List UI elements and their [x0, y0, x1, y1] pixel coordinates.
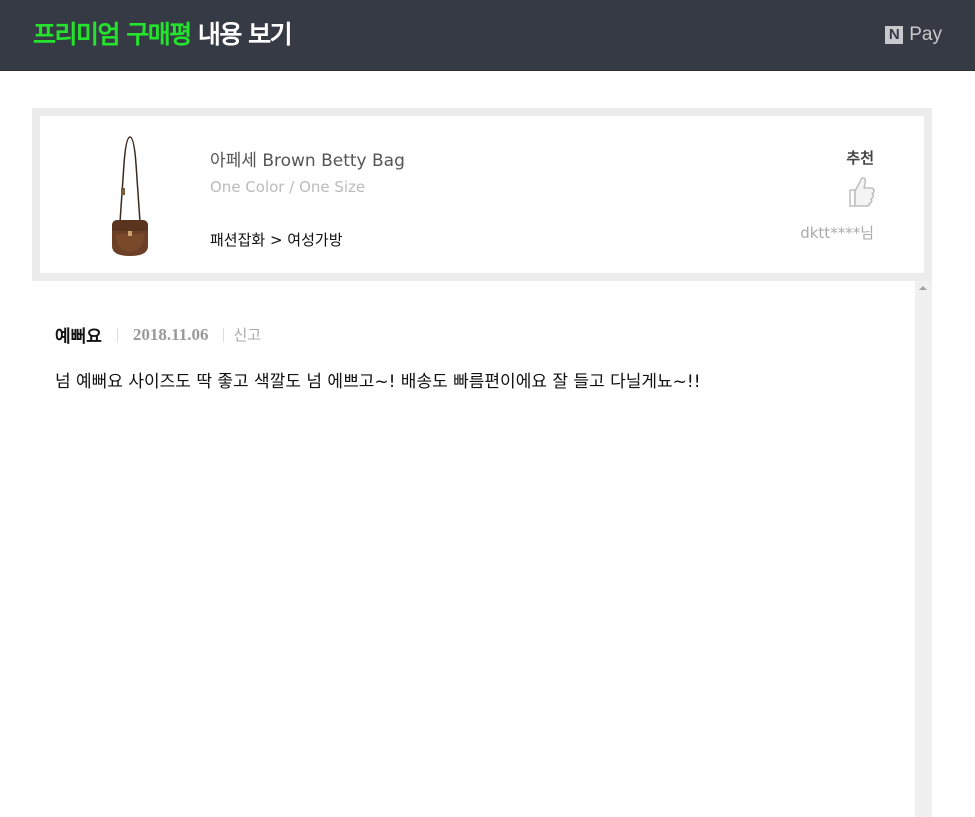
meta-divider [116, 327, 118, 342]
naver-pay-logo: N Pay [885, 24, 942, 46]
page-title: 프리미엄 구매평 내용 보기 [33, 19, 293, 51]
naver-n-icon: N [885, 26, 904, 44]
review-body: 넘 예뻐요 사이즈도 딱 좋고 색깔도 넘 에쁘고~! 배송도 빠름편이에요 잘… [55, 372, 701, 392]
recommend-label: 추천 [846, 149, 874, 167]
page-title-accent: 프리미엄 구매평 [33, 20, 192, 49]
product-name[interactable]: 아페세 Brown Betty Bag [210, 146, 405, 171]
thumbs-up-icon [849, 177, 875, 207]
header-bar: 프리미엄 구매평 내용 보기 N Pay [0, 0, 975, 71]
review-title: 예뻐요 [55, 327, 102, 347]
reviewer-id: dktt****님 [800, 224, 874, 242]
review-meta: 예뻐요 2018.11.06 신고 [55, 322, 261, 348]
meta-divider [223, 327, 225, 342]
product-info-frame: 아페세 Brown Betty Bag One Color / One Size… [32, 108, 932, 281]
scroll-up-arrow-icon[interactable] [919, 286, 927, 290]
report-link[interactable]: 신고 [233, 324, 261, 345]
product-option: One Color / One Size [210, 178, 366, 196]
vertical-scrollbar[interactable] [915, 281, 932, 817]
review-date: 2018.11.06 [132, 324, 209, 344]
product-info-box: 아페세 Brown Betty Bag One Color / One Size… [40, 116, 924, 273]
product-category-breadcrumb: 패션잡화 > 여성가방 [210, 231, 343, 249]
brown-crossbody-bag-image [112, 136, 148, 256]
page-title-rest: 내용 보기 [190, 20, 293, 49]
pay-label: Pay [909, 24, 942, 45]
